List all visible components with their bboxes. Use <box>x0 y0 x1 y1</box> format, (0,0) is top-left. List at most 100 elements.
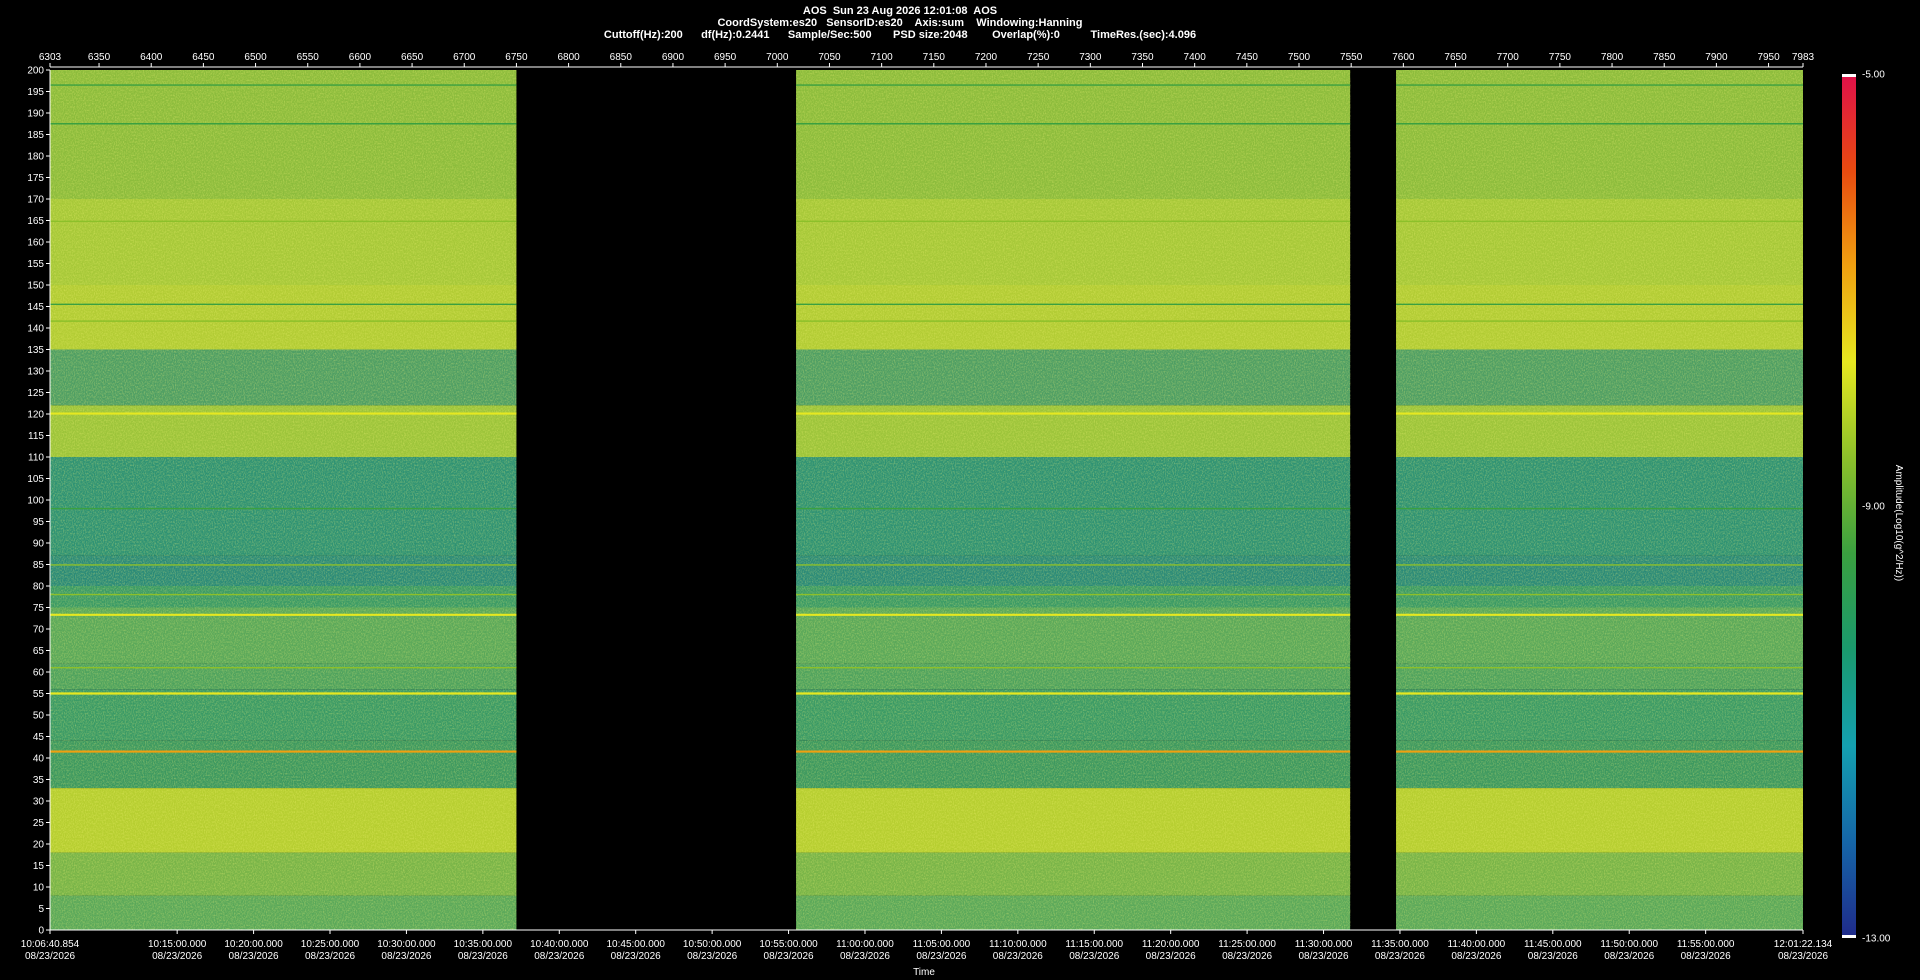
x-tick-date: 08/23/2026 <box>1778 951 1828 962</box>
top-tick-label: 7100 <box>871 52 894 63</box>
top-tick-label: 6700 <box>453 52 476 63</box>
x-tick-time: 10:45:00.000 <box>607 939 666 950</box>
x-tick-date: 08/23/2026 <box>1069 951 1119 962</box>
top-tick-label: 6400 <box>140 52 163 63</box>
y-tick-label: 15 <box>33 861 45 872</box>
top-tick-label: 7850 <box>1653 52 1676 63</box>
x-tick-date: 08/23/2026 <box>1681 951 1731 962</box>
colorbar-tick-label: -13.00 <box>1862 934 1891 945</box>
y-tick-label: 55 <box>33 689 45 700</box>
top-tick-label: 7000 <box>766 52 789 63</box>
top-tick-label: 6500 <box>244 52 267 63</box>
top-tick-label: 6350 <box>88 52 111 63</box>
x-tick-date: 08/23/2026 <box>1222 951 1272 962</box>
x-tick-time: 11:15:00.000 <box>1065 939 1123 950</box>
y-tick-label: 30 <box>33 797 45 808</box>
x-tick-date: 08/23/2026 <box>1298 951 1348 962</box>
top-tick-label: 6950 <box>714 52 737 63</box>
y-tick-label: 90 <box>33 539 45 550</box>
top-tick-label: 6750 <box>505 52 528 63</box>
x-tick-time: 10:06:40.854 <box>21 939 80 950</box>
y-tick-label: 70 <box>33 625 45 636</box>
y-tick-label: 100 <box>27 496 44 507</box>
x-tick-time: 10:20:00.000 <box>224 939 283 950</box>
x-tick-date: 08/23/2026 <box>1451 951 1501 962</box>
top-tick-label: 7650 <box>1444 52 1467 63</box>
y-tick-label: 20 <box>33 840 45 851</box>
x-tick-date: 08/23/2026 <box>1604 951 1654 962</box>
spectrogram-chart: 2001951901851801751701651601551501451401… <box>21 52 1904 978</box>
top-tick-label: 7700 <box>1497 52 1520 63</box>
x-tick-date: 08/23/2026 <box>687 951 737 962</box>
x-tick-date: 08/23/2026 <box>534 951 584 962</box>
top-tick-label: 7550 <box>1340 52 1363 63</box>
top-tick-label: 7350 <box>1131 52 1154 63</box>
top-tick-label: 7983 <box>1792 52 1815 63</box>
y-tick-label: 120 <box>27 410 44 421</box>
y-tick-label: 165 <box>27 216 44 227</box>
x-tick-time: 10:25:00.000 <box>301 939 360 950</box>
top-axis: 6303 6350 6400 6450 6500 6550 6600 6650 6700 6750… <box>39 52 1815 68</box>
x-tick-time: 11:10:00.000 <box>989 939 1047 950</box>
top-tick-label: 7200 <box>975 52 998 63</box>
spectrogram-segments <box>50 70 1803 930</box>
y-tick-label: 155 <box>27 259 44 270</box>
top-tick-label: 6650 <box>401 52 424 63</box>
y-tick-label: 85 <box>33 560 45 571</box>
x-tick-date: 08/23/2026 <box>840 951 890 962</box>
y-tick-label: 10 <box>33 883 45 894</box>
top-tick-label: 7150 <box>923 52 946 63</box>
y-tick-label: 180 <box>27 152 44 163</box>
colorbar <box>1842 74 1856 938</box>
y-tick-label: 105 <box>27 474 44 485</box>
x-tick-date: 08/23/2026 <box>305 951 355 962</box>
x-tick-time: 10:40:00.000 <box>530 939 589 950</box>
colorbar-labels: -5.00 -9.00 -13.00 <box>1862 70 1891 945</box>
y-tick-label: 35 <box>33 775 45 786</box>
spectrogram-texture <box>1396 70 1803 930</box>
top-tick-label: 6303 <box>39 52 62 63</box>
x-tick-time: 11:00:00.000 <box>836 939 894 950</box>
spectrogram-texture <box>50 70 517 930</box>
spectrogram-segment-3 <box>1396 70 1803 930</box>
x-tick-time: 11:25:00.000 <box>1218 939 1276 950</box>
top-tick-label: 6450 <box>192 52 215 63</box>
spectrogram-segment-2 <box>796 70 1351 930</box>
x-tick-time: 11:30:00.000 <box>1295 939 1353 950</box>
top-tick-label: 7450 <box>1236 52 1259 63</box>
top-tick-label: 7300 <box>1079 52 1102 63</box>
x-tick-date: 08/23/2026 <box>764 951 814 962</box>
y-tick-label: 25 <box>33 818 45 829</box>
colorbar-tick-label: -5.00 <box>1862 70 1885 81</box>
x-tick-date: 08/23/2026 <box>25 951 75 962</box>
x-tick-time: 10:55:00.000 <box>759 939 818 950</box>
x-tick-date: 08/23/2026 <box>611 951 661 962</box>
y-tick-label: 160 <box>27 238 44 249</box>
x-tick-date: 08/23/2026 <box>229 951 279 962</box>
y-tick-label: 175 <box>27 173 44 184</box>
x-tick-time: 11:45:00.000 <box>1524 939 1582 950</box>
y-tick-label: 50 <box>33 711 45 722</box>
y-tick-label: 150 <box>27 281 44 292</box>
top-tick-label: 7250 <box>1027 52 1050 63</box>
x-tick-time: 10:15:00.000 <box>148 939 207 950</box>
top-tick-label: 7900 <box>1705 52 1728 63</box>
y-tick-label: 190 <box>27 109 44 120</box>
colorbar-tick-label: -9.00 <box>1862 502 1885 513</box>
y-tick-label: 60 <box>33 668 45 679</box>
y-tick-label: 125 <box>27 388 44 399</box>
x-tick-time: 10:50:00.000 <box>683 939 742 950</box>
x-tick-time: 11:35:00.000 <box>1371 939 1429 950</box>
top-tick-label: 6800 <box>557 52 580 63</box>
y-tick-label: 45 <box>33 732 45 743</box>
top-tick-label: 6900 <box>662 52 685 63</box>
colorbar-max-marker <box>1842 74 1856 77</box>
x-axis-label: Time <box>913 967 935 978</box>
y-tick-label: 195 <box>27 87 44 98</box>
y-tick-label: 130 <box>27 367 44 378</box>
x-axis: 10:06:40.85408/23/202610:15:00.00008/23/… <box>21 929 1833 962</box>
top-tick-label: 7950 <box>1757 52 1780 63</box>
x-tick-time: 10:35:00.000 <box>454 939 513 950</box>
y-tick-label: 170 <box>27 195 44 206</box>
y-tick-label: 145 <box>27 302 44 313</box>
